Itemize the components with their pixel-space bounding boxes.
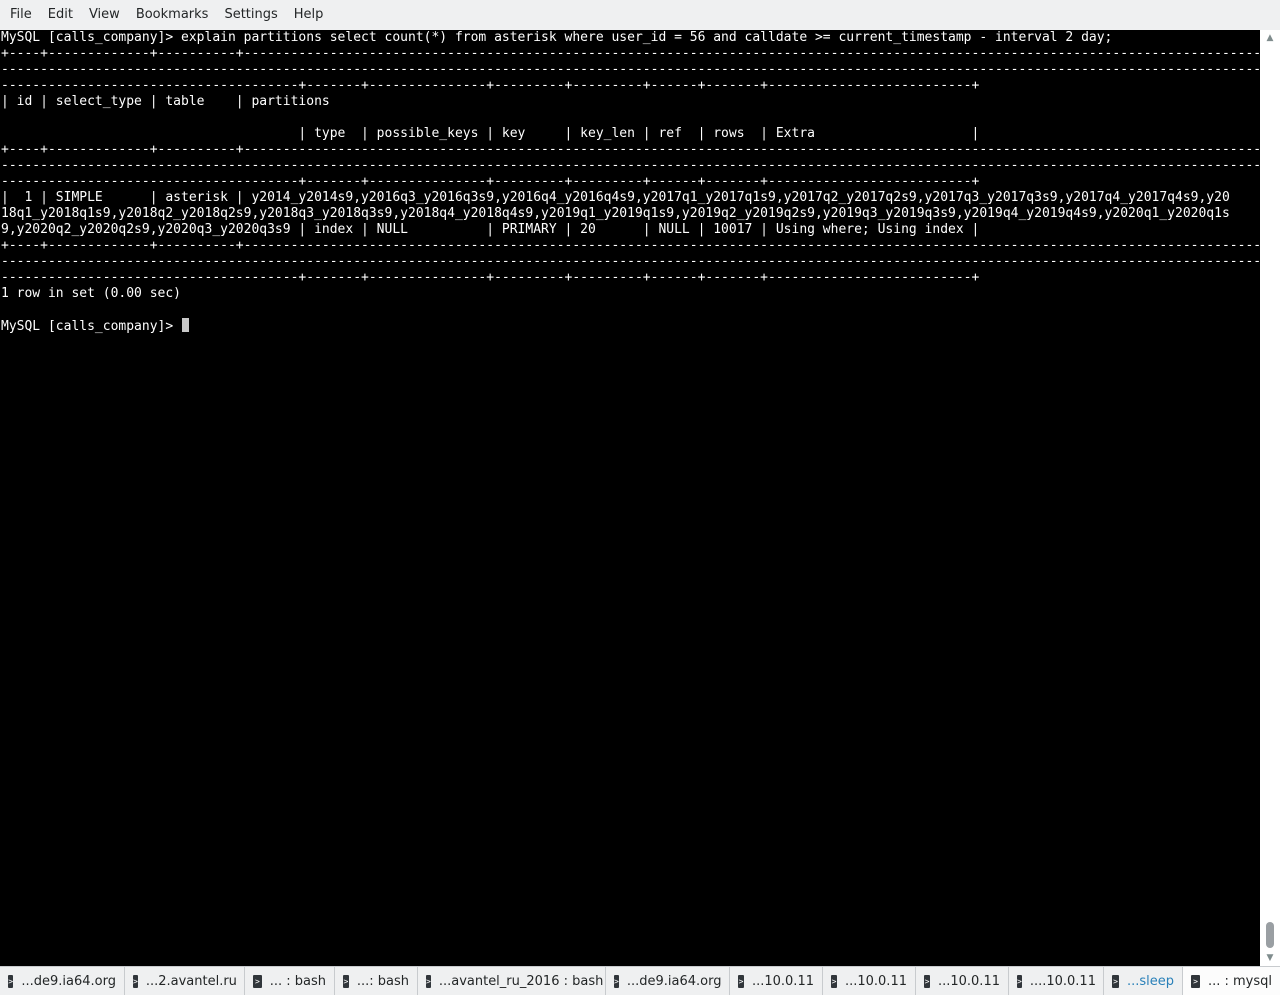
session-tab-label: ...10.0.11	[751, 973, 814, 989]
terminal-icon: >	[343, 974, 349, 988]
menu-settings[interactable]: Settings	[216, 0, 285, 30]
session-tab[interactable]: > ...10.0.11	[730, 967, 823, 995]
session-tab[interactable]: > ...de9.ia64.org	[0, 967, 125, 995]
session-tab[interactable]: > ...10.0.11	[823, 967, 916, 995]
terminal-line: 9,y2020q2_y2020q2s9,y2020q3_y2020q3s9 | …	[1, 222, 980, 237]
session-tab[interactable]: > ...: bash	[335, 967, 418, 995]
menu-file[interactable]: File	[2, 0, 40, 30]
session-tab-bar: > ...de9.ia64.org > ...2.avantel.ru > ... :…	[0, 966, 1280, 995]
terminal-icon: >	[1191, 974, 1200, 988]
terminal-line: ----------------------------------------…	[1, 62, 1260, 77]
terminal-icon: >	[426, 974, 431, 988]
terminal-view[interactable]: MySQL [calls_company]> explain partition…	[0, 30, 1260, 966]
terminal-prompt: MySQL [calls_company]>	[1, 319, 182, 334]
terminal-icon: >	[8, 974, 14, 988]
terminal-icon: >	[1112, 974, 1119, 988]
vertical-scrollbar[interactable]: ▲ ▼	[1260, 30, 1280, 966]
session-tab-label: ...sleep	[1126, 973, 1174, 989]
session-tab[interactable]: > ... : bash	[245, 967, 335, 995]
session-tab[interactable]: > ....10.0.11	[1009, 967, 1104, 995]
session-tab-label: ...de9.ia64.org	[626, 973, 722, 989]
terminal-line: 18q1_y2018q1s9,y2018q2_y2018q2s9,y2018q3…	[1, 206, 1230, 221]
terminal-line: | type | possible_keys | key | key_len |…	[1, 126, 980, 141]
terminal-line: | 1 | SIMPLE | asterisk | y2014_y2014s9,…	[1, 190, 1230, 205]
terminal-cursor	[182, 318, 190, 332]
terminal-line: ----------------------------------------…	[1, 254, 1260, 269]
session-tab-activity[interactable]: > ...sleep	[1104, 967, 1183, 995]
menu-view[interactable]: View	[81, 0, 128, 30]
terminal-line: ----------------------------------------…	[1, 158, 1260, 173]
terminal-icon: >	[831, 974, 837, 988]
terminal-line: +----+-------------+----------+---------…	[1, 238, 1260, 253]
session-tab[interactable]: > ...2.avantel.ru	[125, 967, 245, 995]
menu-bookmarks[interactable]: Bookmarks	[128, 0, 217, 30]
terminal-line: --------------------------------------+-…	[1, 78, 980, 93]
terminal-icon: >	[133, 974, 138, 988]
session-tab-label: ....10.0.11	[1029, 973, 1096, 989]
terminal-line: +----+-------------+----------+---------…	[1, 142, 1260, 157]
menu-help[interactable]: Help	[286, 0, 332, 30]
menu-edit[interactable]: Edit	[40, 0, 81, 30]
terminal-line: | id | select_type | table | partitions	[1, 94, 330, 109]
terminal-line: +----+-------------+----------+---------…	[1, 46, 1260, 61]
terminal-line: --------------------------------------+-…	[1, 174, 980, 189]
terminal-icon: >	[924, 974, 930, 988]
terminal-icon: >	[1017, 974, 1022, 988]
session-tab[interactable]: > ...avantel_ru_2016 : bash	[418, 967, 606, 995]
terminal-prompt-line[interactable]: MySQL [calls_company]>	[1, 318, 1260, 334]
terminal-icon: >	[614, 974, 619, 988]
terminal-line: 1 row in set (0.00 sec)	[1, 286, 182, 301]
session-tab-label: ...avantel_ru_2016 : bash	[438, 973, 604, 989]
terminal-icon: >	[253, 974, 262, 988]
terminal-icon: >	[738, 974, 744, 988]
terminal-line: --------------------------------------+-…	[1, 270, 980, 285]
arrow-down-icon[interactable]: ▼	[1260, 950, 1280, 966]
menu-bar: File Edit View Bookmarks Settings Help	[0, 0, 1280, 30]
session-tab-label: ... : bash	[269, 973, 326, 989]
session-tab[interactable]: > ...10.0.11	[916, 967, 1009, 995]
session-tab-label: ...de9.ia64.org	[21, 973, 116, 989]
session-tab-label: ...2.avantel.ru	[145, 973, 237, 989]
session-tab[interactable]: > ...de9.ia64.org	[606, 967, 730, 995]
session-tab-label: ...10.0.11	[844, 973, 907, 989]
scrollbar-thumb[interactable]	[1266, 922, 1274, 948]
session-tab-current[interactable]: > ... : mysql	[1183, 967, 1280, 995]
session-tab-label: ... : mysql	[1207, 973, 1272, 989]
arrow-up-icon[interactable]: ▲	[1260, 30, 1280, 46]
terminal-output: MySQL [calls_company]> explain partition…	[0, 30, 1260, 334]
session-tab-label: ...: bash	[356, 973, 409, 989]
session-tab-label: ...10.0.11	[937, 973, 1000, 989]
terminal-line: MySQL [calls_company]> explain partition…	[1, 30, 1113, 45]
